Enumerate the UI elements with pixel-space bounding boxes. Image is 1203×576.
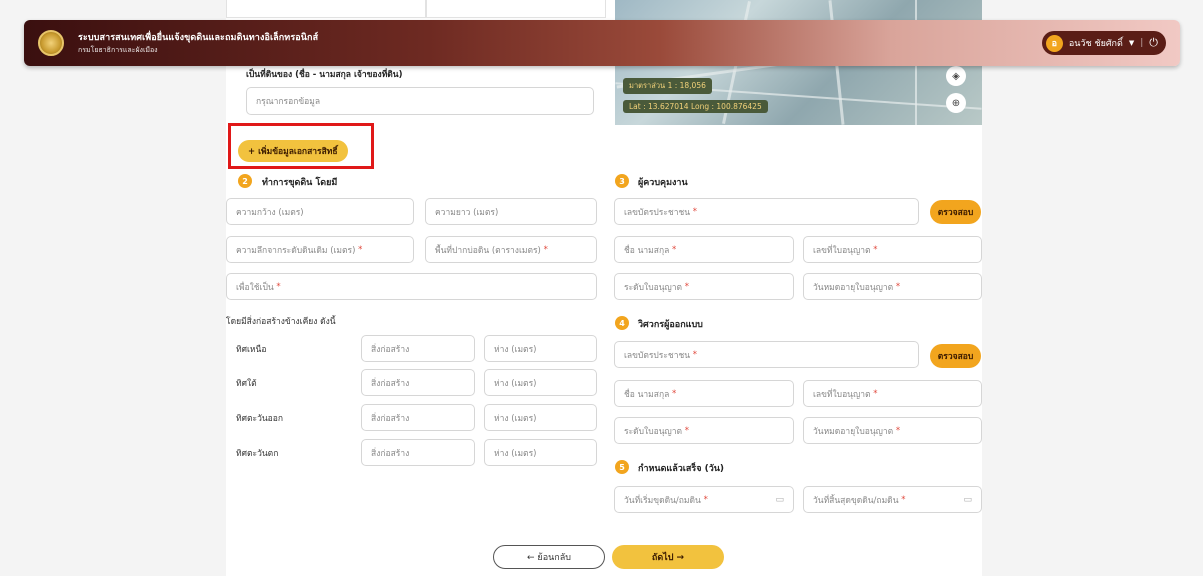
distance-input[interactable]: ห่าง (เมตร) [484, 439, 597, 466]
direction-label: ทิศใต้ [236, 379, 257, 389]
department-logo [38, 30, 64, 56]
chevron-down-icon[interactable]: ▼ [1129, 39, 1134, 47]
depth-input[interactable]: ความลึกจากระดับดินเดิม (เมตร) * [226, 236, 414, 263]
calendar-icon[interactable]: ▭ [775, 495, 784, 505]
end-date-input[interactable]: วันที่สิ้นสุดขุดดิน/ถมดิน * ▭ [803, 486, 982, 513]
top-card-edge [426, 0, 606, 18]
layers-icon[interactable]: ◈ [946, 66, 966, 86]
structure-input[interactable]: สิ่งก่อสร้าง [361, 369, 475, 396]
section-title: วิศวกรผู้ออกแบบ [638, 320, 703, 330]
app-subtitle: กรมโยธาธิการและผังเมือง [78, 46, 158, 54]
map-scale: มาตราส่วน 1 : 18,056 [623, 78, 712, 94]
direction-label: ทิศตะวันออก [236, 414, 284, 424]
supervisor-license-level-input[interactable]: ระดับใบอนุญาต * [614, 273, 794, 300]
purpose-input[interactable]: เพื่อใช้เป็น * [226, 273, 597, 300]
supervisor-id-input[interactable]: เลขบัตรประชาชน * [614, 198, 919, 225]
direction-label: ทิศตะวันตก [236, 449, 279, 459]
section-title: ทำการขุดดิน โดยมี [262, 178, 338, 188]
supervisor-name-input[interactable]: ชื่อ นามสกุล * [614, 236, 794, 263]
structure-input[interactable]: สิ่งก่อสร้าง [361, 404, 475, 431]
section-title: กำหนดแล้วเสร็จ (วัน) [638, 464, 725, 474]
distance-input[interactable]: ห่าง (เมตร) [484, 404, 597, 431]
compass-icon[interactable]: ⊕ [946, 93, 966, 113]
app-title: ระบบสารสนเทศเพื่อยื่นแจ้งขุดดินและถมดินท… [78, 33, 319, 43]
neighbors-label: โดยมีสิ่งก่อสร้างข้างเคียง ดังนี้ [226, 317, 336, 327]
section-number: 4 [615, 316, 629, 330]
top-card-edge [226, 0, 426, 18]
engineer-license-no-input[interactable]: เลขที่ใบอนุญาต * [803, 380, 982, 407]
start-date-input[interactable]: วันที่เริ่มขุดดิน/ถมดิน * ▭ [614, 486, 794, 513]
supervisor-license-no-input[interactable]: เลขที่ใบอนุญาต * [803, 236, 982, 263]
engineer-license-level-input[interactable]: ระดับใบอนุญาต * [614, 417, 794, 444]
engineer-license-expiry-input[interactable]: วันหมดอายุใบอนุญาต * [803, 417, 982, 444]
calendar-icon[interactable]: ▭ [963, 495, 972, 505]
highlight-box [228, 123, 374, 169]
supervisor-license-expiry-input[interactable]: วันหมดอายุใบอนุญาต * [803, 273, 982, 300]
next-button[interactable]: ถัดไป → [612, 545, 724, 569]
top-header: ระบบสารสนเทศเพื่อยื่นแจ้งขุดดินและถมดินท… [24, 20, 1180, 66]
section-title: ผู้ควบคุมงาน [638, 178, 688, 188]
owner-input[interactable]: กรุณากรอกข้อมูล [246, 87, 594, 115]
avatar: อ [1045, 34, 1063, 52]
map-coordinates: Lat : 13.627014 Long : 100.876425 [623, 100, 768, 113]
direction-label: ทิศเหนือ [236, 345, 267, 355]
distance-input[interactable]: ห่าง (เมตร) [484, 369, 597, 396]
user-name: อนวัช ชัยศักดิ์ [1068, 39, 1123, 49]
length-input[interactable]: ความยาว (เมตร) [425, 198, 597, 225]
check-engineer-button[interactable]: ตรวจสอบ [930, 344, 981, 368]
engineer-name-input[interactable]: ชื่อ นามสกุล * [614, 380, 794, 407]
structure-input[interactable]: สิ่งก่อสร้าง [361, 335, 475, 362]
area-input[interactable]: พื้นที่ปากบ่อดิน (ตารางเมตร) * [425, 236, 597, 263]
section-number: 5 [615, 460, 629, 474]
power-icon[interactable]: ⏻ [1149, 36, 1158, 50]
check-supervisor-button[interactable]: ตรวจสอบ [930, 200, 981, 224]
distance-input[interactable]: ห่าง (เมตร) [484, 335, 597, 362]
section-number: 3 [615, 174, 629, 188]
engineer-id-input[interactable]: เลขบัตรประชาชน * [614, 341, 919, 368]
structure-input[interactable]: สิ่งก่อสร้าง [361, 439, 475, 466]
user-menu[interactable]: อ อนวัช ชัยศักดิ์ ▼ | ⏻ [1041, 31, 1166, 55]
section-number: 2 [238, 174, 252, 188]
back-button[interactable]: ← ย้อนกลับ [493, 545, 605, 569]
width-input[interactable]: ความกว้าง (เมตร) [226, 198, 414, 225]
owner-label: เป็นที่ดินของ (ชื่อ - นามสกุล เจ้าของที่… [246, 70, 403, 80]
